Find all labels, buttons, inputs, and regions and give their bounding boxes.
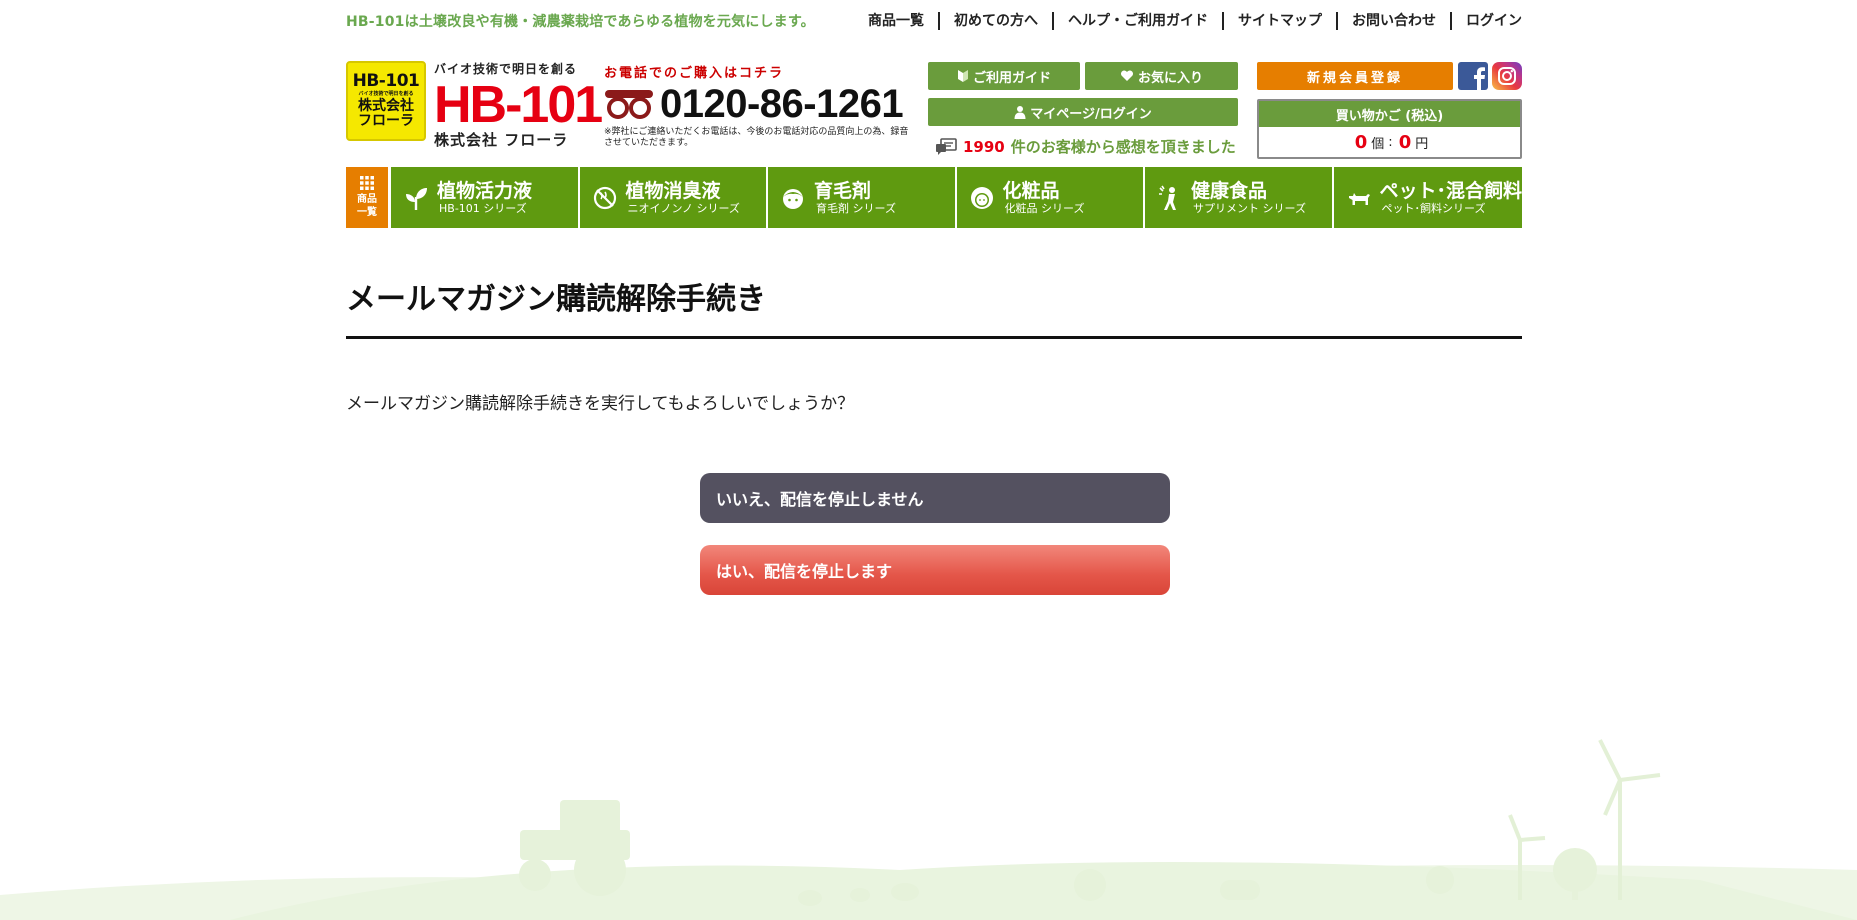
cart-summary: 0 個 : 0 円 — [1259, 127, 1520, 157]
customer-voices-text: 件のお客様から感想を頂きました — [1010, 138, 1236, 156]
heart-icon — [1120, 70, 1133, 81]
favorite-button[interactable]: お気に入り — [1085, 62, 1238, 90]
face-icon — [783, 188, 803, 209]
nav-item-sub: 育毛剤 シリーズ — [816, 201, 896, 215]
cart-amount: 0 — [1398, 131, 1412, 153]
brand-logo[interactable]: バイオ技術で明日を創る HB-101 株式会社 フローラ — [434, 60, 603, 149]
cart-amount-unit: 円 — [1415, 136, 1429, 152]
nav-item-cosmetics[interactable]: 化粧品 化粧品 シリーズ — [956, 167, 1143, 228]
sprout-icon — [406, 187, 427, 210]
cart-item-count: 0 — [1354, 131, 1368, 153]
mypage-login-label: マイページ/ログイン — [1030, 106, 1152, 122]
dog-icon — [1348, 192, 1370, 205]
nav-item-main: ペット･混合飼料 — [1379, 179, 1523, 202]
nav-item-sub: ペット･飼料シリーズ — [1381, 201, 1486, 215]
top-strip: HB-101は土壌改良や有機・減農薬栽培であらゆる植物を元気にします。 商品一覧… — [346, 10, 1522, 32]
nav-item-plant-vitalizer[interactable]: 植物活力液 HB-101 シリーズ — [391, 167, 578, 228]
nav-item-sub: 化粧品 シリーズ — [1004, 201, 1085, 215]
top-links: 商品一覧 初めての方へ ヘルプ・ご利用ガイド サイトマップ お問い合わせ ログイ… — [854, 12, 1522, 30]
top-link-sitemap[interactable]: サイトマップ — [1222, 12, 1336, 30]
grid-icon — [360, 176, 374, 190]
phone-order: お電話でのご購入はコチラ 0120-86-1261 ※弊社にご連絡いただくお電話… — [604, 62, 914, 149]
deodorize-icon — [593, 186, 616, 209]
confirm-question: メールマガジン購読解除手続きを実行してもよろしいでしょうか？ — [346, 394, 855, 414]
user-icon — [1014, 106, 1026, 119]
facebook-f-glyph — [1474, 67, 1485, 90]
brand-name: HB-101 — [434, 76, 603, 134]
energetic-person-icon — [1159, 185, 1176, 210]
nav-item-sub: サプリメント シリーズ — [1193, 201, 1306, 215]
shopping-cart[interactable]: 買い物かご (税込) 0 個 : 0 円 — [1257, 99, 1522, 159]
guide-button[interactable]: ご利用ガイド — [928, 62, 1080, 90]
top-link-first-time[interactable]: 初めての方へ — [938, 12, 1052, 30]
top-link-login[interactable]: ログイン — [1450, 12, 1522, 30]
mypage-login-button[interactable]: マイページ/ログイン — [928, 98, 1238, 126]
nav-item-deodorizer[interactable]: 植物消臭液 ニオイノンノ シリーズ — [579, 167, 766, 228]
woman-face-icon — [970, 186, 993, 209]
nav-item-main: 健康食品 — [1191, 179, 1268, 202]
phone-number[interactable]: 0120-86-1261 — [660, 83, 904, 125]
category-nav: 商品 一覧 植物活力液 HB-101 シリーズ 植物消臭液 ニオイノンノ シリー… — [346, 167, 1523, 228]
free-dial-icon — [605, 90, 653, 119]
favorite-button-label: お気に入り — [1137, 70, 1203, 86]
site-tagline: HB-101は土壌改良や有機・減農薬栽培であらゆる植物を元気にします。 — [346, 14, 815, 30]
top-link-products[interactable]: 商品一覧 — [854, 12, 938, 30]
logo-badge-company-2: フローラ — [358, 113, 414, 130]
nav-item-main: 育毛剤 — [814, 179, 872, 202]
customer-voices-link[interactable]: 1990 件のお客様から感想を頂きました — [935, 136, 1236, 157]
keep-subscription-button[interactable]: いいえ、配信を停止しません — [700, 473, 1170, 523]
beginner-mark-icon — [957, 70, 968, 82]
logo-badge[interactable]: HB-101 バイオ技術で明日を創る 株式会社 フローラ — [346, 61, 426, 141]
nav-item-pet-feed[interactable]: ペット･混合飼料 ペット･飼料シリーズ — [1333, 167, 1523, 228]
top-link-contact[interactable]: お問い合わせ — [1336, 12, 1450, 30]
logo-badge-company-1: 株式会社 — [358, 98, 414, 115]
nav-item-health-food[interactable]: 健康食品 サプリメント シリーズ — [1145, 167, 1332, 228]
unsubscribe-button[interactable]: はい、配信を停止します — [700, 545, 1170, 595]
brand-catchphrase: バイオ技術で明日を創る — [434, 62, 578, 76]
instagram-icon[interactable] — [1492, 62, 1522, 90]
landscape-illustration — [0, 739, 1857, 920]
nav-item-main: 植物消臭液 — [625, 179, 721, 202]
phone-recording-note: ※弊社にご連絡いただくお電話は、今後のお電話対応の品質向上の為、録音させていただ… — [604, 127, 909, 148]
nav-all-label-1: 商品 — [357, 194, 377, 205]
register-button[interactable]: 新規会員登録 — [1257, 62, 1453, 90]
top-link-help-guide[interactable]: ヘルプ・ご利用ガイド — [1052, 12, 1222, 30]
title-divider — [346, 336, 1522, 339]
nav-all-products[interactable]: 商品 一覧 — [346, 167, 388, 228]
comment-icon — [936, 137, 957, 155]
cart-item-unit: 個 — [1371, 136, 1385, 152]
guide-button-label: ご利用ガイド — [972, 70, 1051, 86]
nav-item-hair-tonic[interactable]: 育毛剤 育毛剤 シリーズ — [768, 167, 955, 228]
logo-badge-catch: バイオ技術で明日を創る — [358, 91, 414, 98]
instagram-camera-glyph — [1498, 67, 1516, 85]
cart-separator: : — [1388, 134, 1393, 150]
nav-item-sub: ニオイノンノ シリーズ — [627, 201, 740, 215]
nav-item-main: 植物活力液 — [437, 179, 533, 202]
logo-badge-name: HB-101 — [352, 71, 420, 92]
nav-all-label-2: 一覧 — [357, 207, 377, 218]
cart-title: 買い物かご (税込) — [1259, 101, 1520, 127]
nav-item-main: 化粧品 — [1002, 179, 1060, 202]
page-title: メールマガジン購読解除手続き — [346, 282, 766, 317]
customer-voices-count: 1990 — [963, 137, 1005, 156]
facebook-icon[interactable] — [1458, 62, 1488, 90]
phone-lead: お電話でのご購入はコチラ — [604, 66, 785, 81]
nav-item-sub: HB-101 シリーズ — [439, 201, 527, 215]
